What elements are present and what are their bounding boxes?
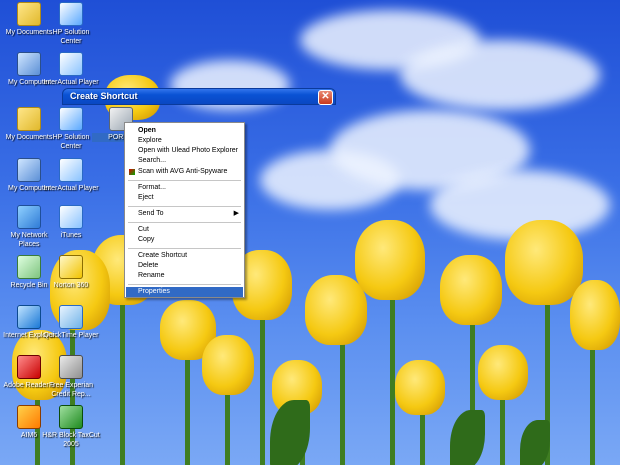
leaf	[450, 410, 485, 465]
menu-item-eject[interactable]: Eject	[126, 193, 243, 203]
menu-separator	[128, 284, 241, 285]
menu-item-scan-avg-label: Scan with AVG Anti-Spyware	[138, 168, 228, 175]
menu-item-search[interactable]: Search...	[126, 156, 243, 166]
hp-solution-center-icon	[59, 107, 83, 131]
my-computer-icon	[17, 52, 41, 76]
desktop-icon-experian[interactable]: Free Experian Credit Rep...	[42, 355, 100, 399]
desktop-icon-norton-360[interactable]: Norton 360	[42, 255, 100, 290]
menu-item-create-shortcut[interactable]: Create Shortcut	[126, 251, 243, 261]
desktop-icon-interactual-player[interactable]: InterActual Player	[42, 52, 100, 87]
create-shortcut-titlebar[interactable]: Create Shortcut ✕	[62, 88, 336, 105]
submenu-arrow-icon: ▶	[233, 210, 239, 217]
menu-item-send-to-label: Send To	[138, 210, 164, 217]
menu-item-properties[interactable]: Properties	[126, 287, 243, 297]
menu-separator	[128, 222, 241, 223]
desktop-icon-quicktime-player[interactable]: QuickTime Player	[42, 305, 100, 340]
interactual-player-icon	[59, 158, 83, 182]
menu-item-open[interactable]: Open	[126, 126, 243, 136]
adobe-reader-icon	[17, 355, 41, 379]
desktop-icon-interactual-player-2[interactable]: InterActual Player	[42, 158, 100, 193]
norton-icon	[59, 255, 83, 279]
desktop-icon-hp-solution-center[interactable]: HP Solution Center	[42, 2, 100, 46]
experian-icon	[59, 355, 83, 379]
close-button[interactable]: ✕	[318, 90, 333, 105]
desktop-icon-hr-block[interactable]: H&R Block TaxCut 2005	[42, 405, 100, 449]
itunes-icon	[59, 205, 83, 229]
menu-item-send-to[interactable]: Send To ▶	[126, 209, 243, 219]
menu-separator	[128, 180, 241, 181]
leaf	[520, 420, 550, 465]
menu-item-copy[interactable]: Copy	[126, 235, 243, 245]
recycle-bin-icon	[17, 255, 41, 279]
dialog-title: Create Shortcut	[70, 91, 138, 101]
close-icon: ✕	[321, 91, 330, 102]
internet-explorer-icon	[17, 305, 41, 329]
menu-item-format[interactable]: Format...	[126, 183, 243, 193]
menu-item-rename[interactable]: Rename	[126, 271, 243, 281]
menu-item-cut[interactable]: Cut	[126, 225, 243, 235]
context-menu: Open Explore Open with Ulead Photo Explo…	[124, 122, 245, 298]
desktop-icon-itunes[interactable]: iTunes	[42, 205, 100, 240]
cloud	[400, 40, 600, 110]
hr-block-icon	[59, 405, 83, 429]
menu-separator	[128, 206, 241, 207]
menu-separator	[128, 248, 241, 249]
folder-documents-icon	[17, 107, 41, 131]
menu-item-scan-avg[interactable]: Scan with AVG Anti-Spyware	[126, 167, 243, 177]
menu-item-delete[interactable]: Delete	[126, 261, 243, 271]
my-computer-icon	[17, 158, 41, 182]
quicktime-icon	[59, 305, 83, 329]
menu-item-open-with-ulead[interactable]: Open with Ulead Photo Explorer	[126, 146, 243, 156]
network-places-icon	[17, 205, 41, 229]
aim-icon	[17, 405, 41, 429]
folder-documents-icon	[17, 2, 41, 26]
avg-icon	[129, 169, 135, 175]
menu-item-explore[interactable]: Explore	[126, 136, 243, 146]
interactual-player-icon	[59, 52, 83, 76]
hp-solution-center-icon	[59, 2, 83, 26]
leaf	[270, 400, 310, 465]
